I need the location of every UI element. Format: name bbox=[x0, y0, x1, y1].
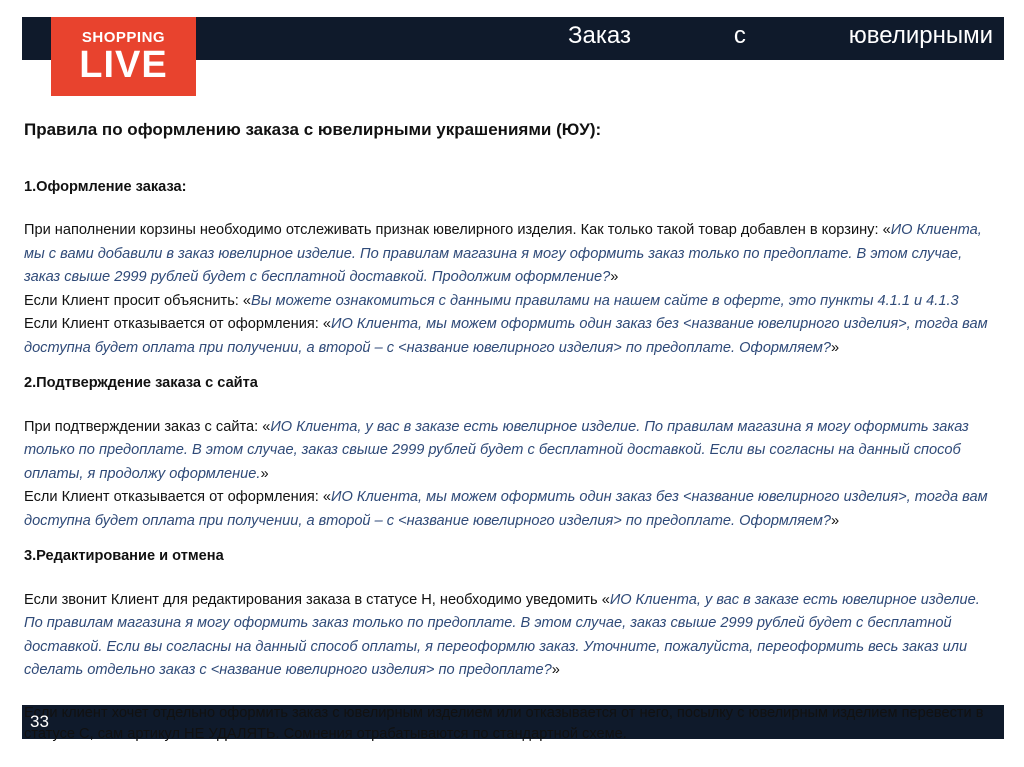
title-word: ювелирными bbox=[848, 22, 993, 49]
paragraph-text: Если Клиент отказывается от оформления: … bbox=[24, 316, 331, 332]
section-title-2: 2.Подтверждение заказа с сайта bbox=[24, 375, 258, 391]
paragraph-text: Если Клиент отказывается от оформления: … bbox=[24, 489, 331, 505]
paragraph: При подтверждении заказ с сайта: «ИО Кли… bbox=[24, 416, 999, 487]
paragraph-text: При наполнении корзины необходимо отслеж… bbox=[24, 222, 891, 238]
quote-mark: » bbox=[551, 662, 560, 678]
paragraph: Если Клиент просит объяснить: «Вы можете… bbox=[24, 290, 999, 314]
slide-content: Правила по оформлению заказа с ювелирным… bbox=[24, 112, 999, 683]
page-heading: Правила по оформлению заказа с ювелирным… bbox=[24, 120, 602, 139]
slide-title: Заказ с ювелирными bbox=[568, 20, 993, 52]
overflow-paragraph: Если клиент хочет отдельно оформить зака… bbox=[24, 705, 984, 742]
paragraph: При наполнении корзины необходимо отслеж… bbox=[24, 219, 999, 290]
paragraph: Если Клиент отказывается от оформления: … bbox=[24, 486, 999, 533]
logo-line2: LIVE bbox=[79, 43, 168, 86]
section-title-1: 1.Оформление заказа: bbox=[24, 178, 187, 195]
page-number: 33 bbox=[30, 712, 49, 731]
script-quote: Вы можете ознакомиться с данными правила… bbox=[251, 292, 959, 309]
section-title-3: 3.Редактирование и отмена bbox=[24, 548, 224, 564]
paragraph-text: Если звонит Клиент для редактирования за… bbox=[24, 591, 610, 608]
quote-mark: » bbox=[831, 339, 840, 356]
title-word: с bbox=[733, 22, 746, 49]
paragraph-text: Если Клиент просит объяснить: « bbox=[24, 292, 252, 309]
shopping-live-logo: SHOPPING LIVE bbox=[51, 17, 196, 96]
paragraph-text: При подтверждении заказ с сайта: « bbox=[24, 418, 271, 435]
quote-mark: » bbox=[260, 465, 269, 482]
quote-mark: » bbox=[610, 269, 619, 285]
paragraph: Если Клиент отказывается от оформления: … bbox=[24, 313, 999, 360]
paragraph: Если звонит Клиент для редактирования за… bbox=[24, 589, 999, 683]
title-word: Заказ bbox=[568, 22, 631, 49]
quote-mark: » bbox=[831, 512, 840, 529]
